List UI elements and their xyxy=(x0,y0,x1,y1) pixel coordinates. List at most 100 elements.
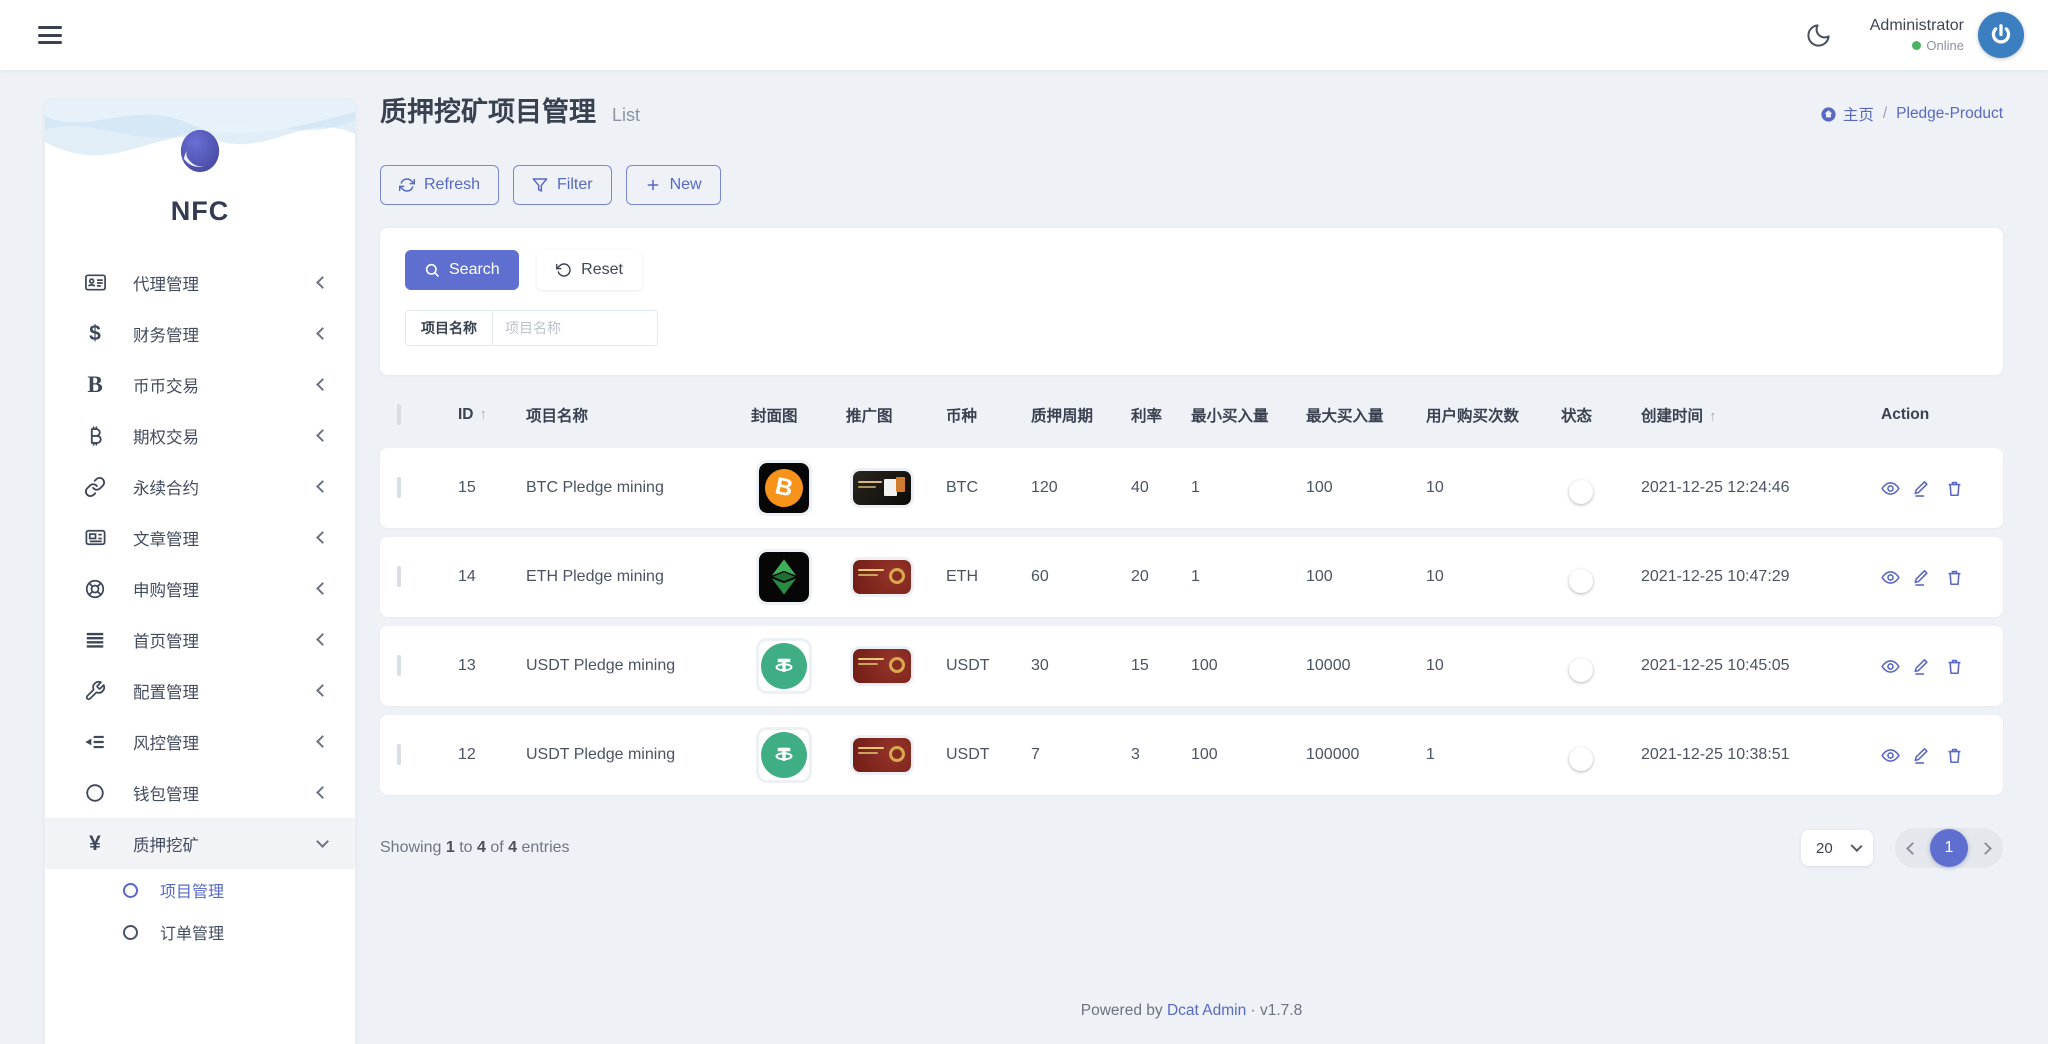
column-user-buy-count: 用户购买次数 xyxy=(1426,408,1520,425)
filter-button[interactable]: Filter xyxy=(513,165,612,205)
sidebar-item-articles[interactable]: 文章管理 xyxy=(45,512,355,563)
sidebar: NFC 代理管理 $ 财务管理 B 币币交易 期权交易 永续合约 文章管理 申购… xyxy=(45,100,355,1044)
edit-icon[interactable] xyxy=(1913,657,1932,676)
breadcrumb-current[interactable]: Pledge-Product xyxy=(1896,105,2003,123)
cell-user-buy-count: 10 xyxy=(1426,568,1444,585)
sidebar-item-label: 申购管理 xyxy=(133,581,199,600)
new-button[interactable]: New xyxy=(625,165,721,205)
dollar-icon: $ xyxy=(89,321,101,345)
sort-asc-icon[interactable]: ↑ xyxy=(1709,408,1717,425)
row-checkbox[interactable] xyxy=(397,655,401,676)
table-row: 12 USDT Pledge mining USDT 7 3 100 10000… xyxy=(380,715,2003,795)
select-all-checkbox[interactable] xyxy=(397,404,401,425)
plus-icon xyxy=(647,179,658,191)
search-button[interactable]: Search xyxy=(405,250,519,290)
current-page-button[interactable]: 1 xyxy=(1930,829,1968,867)
view-icon[interactable] xyxy=(1881,746,1900,765)
cell-id: 14 xyxy=(458,568,476,585)
delete-icon[interactable] xyxy=(1945,746,1964,765)
sidebar-subitem-label: 项目管理 xyxy=(160,884,225,901)
avatar[interactable] xyxy=(1978,12,2024,58)
project-name-input[interactable] xyxy=(493,310,658,346)
cell-min-buy: 1 xyxy=(1191,479,1200,496)
sidebar-subitem-project-management[interactable]: 项目管理 xyxy=(45,869,355,911)
edit-icon[interactable] xyxy=(1913,479,1932,498)
sidebar-subitem-order-management[interactable]: 订单管理 xyxy=(45,911,355,953)
sidebar-item-finance[interactable]: $ 财务管理 xyxy=(45,308,355,359)
dcat-admin-link[interactable]: Dcat Admin xyxy=(1167,1002,1246,1019)
cell-user-buy-count: 1 xyxy=(1426,746,1435,763)
table-row: 15 BTC Pledge mining B BTC 120 40 1 100 … xyxy=(380,448,2003,528)
circle-o-icon xyxy=(123,882,138,898)
view-icon[interactable] xyxy=(1881,657,1900,676)
refresh-button[interactable]: Refresh xyxy=(380,165,500,205)
newspaper-icon xyxy=(83,526,107,550)
cell-created-at: 2021-12-25 10:47:29 xyxy=(1641,568,1790,585)
btc-coin-icon: B xyxy=(761,465,807,511)
chevron-left-icon xyxy=(316,276,329,289)
sidebar-item-label: 财务管理 xyxy=(133,326,199,345)
project-name-field-label: 项目名称 xyxy=(405,310,493,346)
cell-id: 12 xyxy=(458,746,476,763)
cover-image-usdt xyxy=(756,638,812,694)
cell-period: 60 xyxy=(1031,568,1049,585)
row-checkbox[interactable] xyxy=(397,566,401,587)
page-size-value: 20 xyxy=(1816,839,1833,857)
sort-asc-icon[interactable]: ↑ xyxy=(480,406,488,423)
sidebar-item-configuration[interactable]: 配置管理 xyxy=(45,665,355,716)
sidebar-item-spot-trading[interactable]: B 币币交易 xyxy=(45,359,355,410)
sidebar-subitem-label: 订单管理 xyxy=(160,926,225,943)
hamburger-menu-icon[interactable] xyxy=(38,26,62,44)
edit-icon[interactable] xyxy=(1913,746,1932,765)
delete-icon[interactable] xyxy=(1945,479,1964,498)
cell-period: 7 xyxy=(1031,746,1040,763)
column-rate: 利率 xyxy=(1131,408,1163,425)
usdt-tether-icon xyxy=(775,747,793,761)
column-status: 状态 xyxy=(1561,408,1593,425)
sidebar-item-perpetual-contracts[interactable]: 永续合约 xyxy=(45,461,355,512)
moon-icon[interactable] xyxy=(1805,22,1832,49)
sidebar-item-risk-control[interactable]: 风控管理 xyxy=(45,716,355,767)
cell-user-buy-count: 10 xyxy=(1426,479,1444,496)
delete-icon[interactable] xyxy=(1945,657,1964,676)
sidebar-item-homepage[interactable]: 首页管理 xyxy=(45,614,355,665)
promo-image-red-card xyxy=(850,646,914,686)
page-size-select[interactable]: 20 xyxy=(1801,830,1873,866)
cell-coin: BTC xyxy=(946,479,978,496)
view-icon[interactable] xyxy=(1881,568,1900,587)
promo-image-red-card xyxy=(850,557,914,597)
sidebar-item-options-trading[interactable]: 期权交易 xyxy=(45,410,355,461)
cell-name: BTC Pledge mining xyxy=(526,479,664,496)
column-promo: 推广图 xyxy=(846,408,893,425)
user-block[interactable]: Administrator Online xyxy=(1870,12,2024,58)
entries-summary: Showing 1 to 4 of 4 entries xyxy=(380,839,570,856)
breadcrumb-home-link[interactable]: 主页 xyxy=(1820,103,1874,125)
sidebar-item-label: 永续合约 xyxy=(133,479,199,498)
circle-o-icon xyxy=(123,924,138,940)
main-content: 质押挖矿项目管理 List 主页 / Pledge-Product Refres… xyxy=(380,85,2003,868)
chevron-left-icon xyxy=(316,378,329,391)
sidebar-item-subscription[interactable]: 申购管理 xyxy=(45,563,355,614)
column-coin: 币种 xyxy=(946,408,978,425)
sidebar-item-label: 期权交易 xyxy=(133,428,199,447)
sidebar-item-pledge-mining[interactable]: ¥ 质押挖矿 xyxy=(45,818,355,869)
chevron-left-icon xyxy=(316,429,329,442)
column-name: 项目名称 xyxy=(526,408,589,425)
delete-icon[interactable] xyxy=(1945,568,1964,587)
next-page-icon[interactable] xyxy=(1979,841,1992,855)
chevron-left-icon xyxy=(316,480,329,493)
row-checkbox[interactable] xyxy=(397,744,401,765)
edit-icon[interactable] xyxy=(1913,568,1932,587)
bitcoin-icon xyxy=(83,424,107,448)
cell-user-buy-count: 10 xyxy=(1426,657,1444,674)
cell-coin: USDT xyxy=(946,657,990,674)
reset-button[interactable]: Reset xyxy=(537,250,642,290)
cell-name: USDT Pledge mining xyxy=(526,746,676,763)
sidebar-item-wallet[interactable]: 钱包管理 xyxy=(45,767,355,818)
id-card-icon xyxy=(83,271,107,295)
sidebar-item-agents[interactable]: 代理管理 xyxy=(45,257,355,308)
row-checkbox[interactable] xyxy=(397,477,401,498)
prev-page-icon[interactable] xyxy=(1906,841,1919,855)
chevron-left-icon xyxy=(316,684,329,697)
view-icon[interactable] xyxy=(1881,479,1900,498)
